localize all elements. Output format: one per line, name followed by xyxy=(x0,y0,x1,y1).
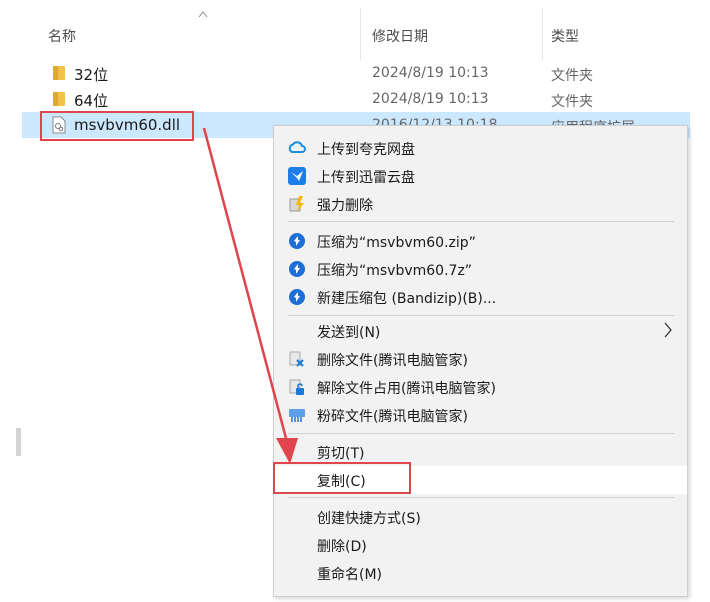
red-arrow-annotation xyxy=(202,127,298,464)
